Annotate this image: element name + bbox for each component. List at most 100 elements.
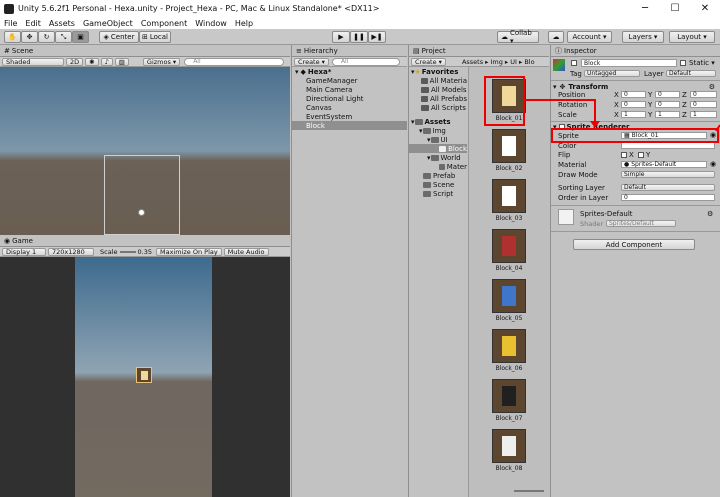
flip-x-checkbox[interactable]	[621, 152, 627, 158]
folder-ui[interactable]: ▾ UI	[409, 135, 467, 144]
order-in-layer-field[interactable]: 0	[621, 194, 715, 201]
folder-script[interactable]: Script	[409, 189, 467, 198]
pivot-local-button[interactable]: ⊞ Local	[139, 31, 171, 43]
tag-dropdown[interactable]: Untagged	[584, 70, 640, 77]
layers-label: Layers ▾	[628, 33, 658, 41]
object-picker-icon[interactable]: ◉	[710, 160, 716, 168]
static-dropdown[interactable]: Static ▾	[689, 59, 715, 67]
move-tool-button[interactable]: ✥	[21, 31, 38, 43]
flip-y-checkbox[interactable]	[638, 152, 644, 158]
favorites-header[interactable]: ▾ ★ Favorites	[409, 67, 467, 76]
folder-prefab[interactable]: Prefab	[409, 171, 467, 180]
menu-file[interactable]: File	[0, 19, 21, 28]
project-create-button[interactable]: Create ▾	[411, 57, 446, 66]
folder-scene[interactable]: Scene	[409, 180, 467, 189]
hierarchy-item-block[interactable]: Block	[292, 121, 407, 130]
hierarchy-item-main-camera[interactable]: Main Camera	[292, 85, 407, 94]
rect-tool-button[interactable]: ▣	[72, 31, 89, 43]
scale-tool-button[interactable]: ⤡	[55, 31, 72, 43]
asset-block-08[interactable]	[492, 429, 526, 463]
layout-dropdown[interactable]: Layout ▾	[669, 31, 715, 43]
hierarchy-item-gamemanager[interactable]: GameManager	[292, 76, 407, 85]
scene-root[interactable]: ▾ ◆ Hexa*	[292, 67, 407, 76]
favorite-all-prefabs[interactable]: All Prefabs	[409, 94, 467, 103]
minimize-button[interactable]: ─	[630, 0, 660, 17]
gizmos-dropdown[interactable]: Gizmos ▾	[142, 57, 181, 66]
maximize-on-play-toggle[interactable]: Maximize On Play	[155, 247, 222, 256]
pivot-center-button[interactable]: ◈ Center	[99, 31, 139, 43]
collab-button[interactable]: ☁ Collab ▾	[497, 29, 539, 45]
close-button[interactable]: ✕	[690, 0, 720, 17]
scene-name: Hexa*	[307, 67, 332, 76]
resolution-dropdown[interactable]: 720x1280	[48, 247, 94, 256]
folder-block[interactable]: Block	[409, 144, 467, 153]
favorite-all-materials[interactable]: All Materia	[409, 76, 467, 85]
step-button[interactable]: ▶❚	[368, 31, 386, 43]
inspector-tab[interactable]: ⓘ Inspector	[551, 45, 720, 57]
asset-block-06[interactable]	[492, 329, 526, 363]
material-field[interactable]: ● Sprites-Default	[621, 161, 707, 168]
scene-viewport[interactable]	[0, 67, 290, 249]
game-tab[interactable]: ◉ Game	[0, 235, 290, 247]
scene-search-input[interactable]: All	[184, 57, 285, 66]
menu-gameobject[interactable]: GameObject	[79, 19, 137, 28]
project-tab[interactable]: ▤ Project	[409, 45, 549, 57]
maximize-button[interactable]: ☐	[660, 0, 690, 17]
transform-header[interactable]: ▾ ✥ Transform ⚙	[553, 82, 717, 91]
transform-gizmo-icon[interactable]	[138, 209, 145, 216]
layers-dropdown[interactable]: Layers ▾	[622, 31, 664, 43]
favorite-all-models[interactable]: All Models	[409, 85, 467, 94]
mute-audio-toggle[interactable]: Mute Audio	[223, 247, 269, 256]
lighting-toggle[interactable]: ✺	[85, 57, 99, 66]
active-checkbox[interactable]	[571, 60, 577, 66]
folder-img[interactable]: ▾ Img	[409, 126, 467, 135]
thumbnail-size-slider[interactable]	[514, 490, 544, 492]
hierarchy-tab[interactable]: ≡ Hierarchy	[292, 45, 407, 57]
shaded-dropdown[interactable]: Shaded	[2, 57, 64, 66]
hierarchy-item-directional-light[interactable]: Directional Light	[292, 94, 407, 103]
menu-component[interactable]: Component	[137, 19, 191, 28]
folder-icon	[423, 190, 431, 197]
favorite-all-scripts[interactable]: All Scripts	[409, 103, 467, 112]
asset-block-05[interactable]	[492, 279, 526, 313]
play-button[interactable]: ▶	[332, 31, 350, 43]
color-field[interactable]	[621, 142, 715, 149]
pause-button[interactable]: ❚❚	[350, 31, 368, 43]
display-dropdown[interactable]: Display 1	[2, 247, 46, 256]
asset-block-07[interactable]	[492, 379, 526, 413]
asset-block-04[interactable]	[492, 229, 526, 263]
2d-toggle[interactable]: 2D	[66, 57, 84, 66]
account-dropdown[interactable]: Account ▾	[567, 31, 612, 43]
component-settings-icon[interactable]: ⚙	[709, 83, 715, 91]
shader-dropdown[interactable]: Sprites/Default	[606, 220, 676, 227]
menu-window[interactable]: Window	[191, 19, 231, 28]
hierarchy-item-canvas[interactable]: Canvas	[292, 103, 407, 112]
sorting-layer-dropdown[interactable]: Default	[621, 184, 715, 191]
layer-dropdown[interactable]: Default	[666, 70, 716, 77]
project-breadcrumb[interactable]: Assets ▸ Img ▸ UI ▸ Blo	[462, 58, 535, 66]
menu-edit[interactable]: Edit	[21, 19, 45, 28]
cloud-services-button[interactable]: ☁	[548, 31, 564, 43]
scene-tab[interactable]: # Scene	[0, 45, 290, 57]
object-name-field[interactable]: Block	[581, 59, 677, 67]
folder-material[interactable]: Mater	[409, 162, 467, 171]
add-component-button[interactable]: Add Component	[573, 239, 695, 250]
hierarchy-search-input[interactable]: All	[331, 57, 400, 66]
rotate-tool-button[interactable]: ↻	[38, 31, 55, 43]
hand-tool-button[interactable]: ✋	[4, 31, 21, 43]
assets-root[interactable]: ▾ Assets	[409, 117, 467, 126]
menu-assets[interactable]: Assets	[45, 19, 79, 28]
folder-world[interactable]: ▾ World	[409, 153, 467, 162]
asset-block-03[interactable]	[492, 179, 526, 213]
effects-toggle[interactable]: ▨	[114, 57, 129, 66]
static-checkbox[interactable]	[680, 60, 686, 66]
material-settings-icon[interactable]: ⚙	[707, 210, 713, 218]
audio-toggle[interactable]: ♪	[100, 57, 113, 66]
hierarchy-item-eventsystem[interactable]: EventSystem	[292, 112, 407, 121]
info-icon: ⓘ	[555, 46, 562, 55]
draw-mode-dropdown[interactable]: Simple	[621, 171, 715, 178]
menu-help[interactable]: Help	[231, 19, 257, 28]
hierarchy-create-button[interactable]: Create ▾	[294, 57, 329, 66]
menu-bar: File Edit Assets GameObject Component Wi…	[0, 17, 720, 29]
scale-slider[interactable]	[119, 250, 136, 253]
